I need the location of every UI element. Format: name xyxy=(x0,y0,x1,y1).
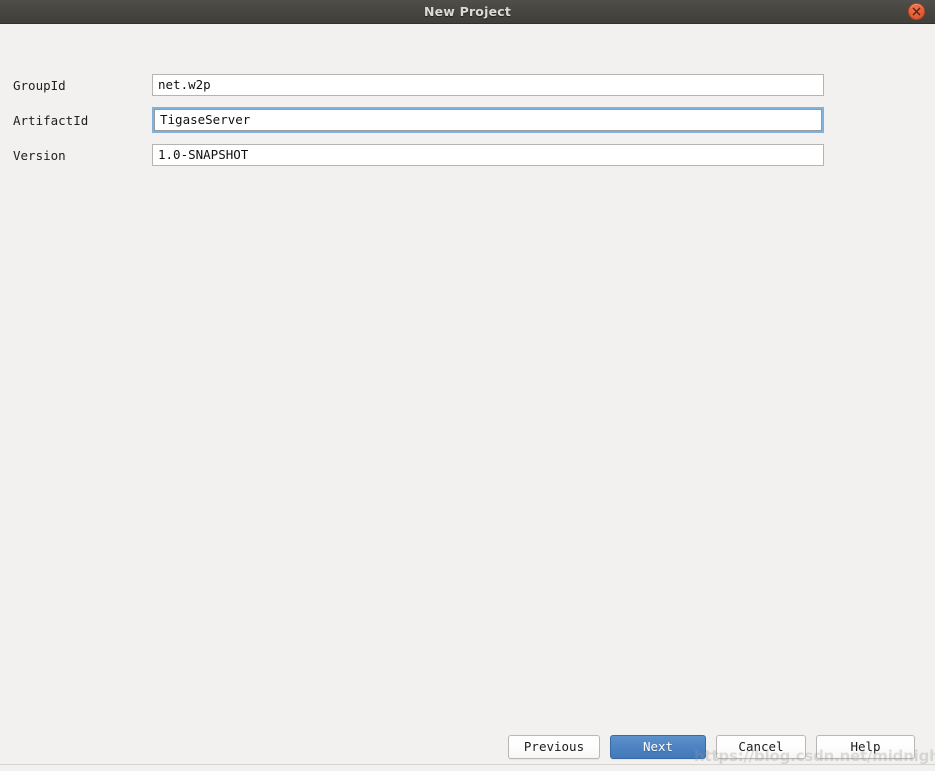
window-titlebar: New Project xyxy=(0,0,935,24)
label-artifactid: ArtifactId xyxy=(13,113,89,128)
input-version-value: 1.0-SNAPSHOT xyxy=(158,147,249,162)
input-artifactid-value: TigaseServer xyxy=(160,112,251,127)
form-row-artifactid: ArtifactId TigaseServer xyxy=(0,107,935,133)
text-caret xyxy=(155,131,156,133)
window-title: New Project xyxy=(423,4,512,19)
dialog-button-bar: Previous Next Cancel Help xyxy=(0,733,935,771)
input-version[interactable]: 1.0-SNAPSHOT xyxy=(152,144,824,166)
input-artifactid-inner: TigaseServer xyxy=(154,109,822,131)
input-groupid-value: net.w2p xyxy=(158,77,211,92)
label-version: Version xyxy=(13,148,66,163)
label-groupid: GroupId xyxy=(13,78,66,93)
cancel-button[interactable]: Cancel xyxy=(716,735,806,759)
close-x-glyph xyxy=(912,7,921,16)
next-button[interactable]: Next xyxy=(610,735,706,759)
input-artifactid[interactable]: TigaseServer xyxy=(152,107,824,133)
dialog-bottom-divider xyxy=(0,764,935,765)
form-row-groupid: GroupId net.w2p xyxy=(0,74,935,98)
project-form: GroupId net.w2p ArtifactId TigaseServer … xyxy=(0,24,935,741)
previous-button[interactable]: Previous xyxy=(508,735,600,759)
close-icon[interactable] xyxy=(908,3,925,20)
input-groupid[interactable]: net.w2p xyxy=(152,74,824,96)
form-row-version: Version 1.0-SNAPSHOT xyxy=(0,144,935,168)
help-button[interactable]: Help xyxy=(816,735,915,759)
